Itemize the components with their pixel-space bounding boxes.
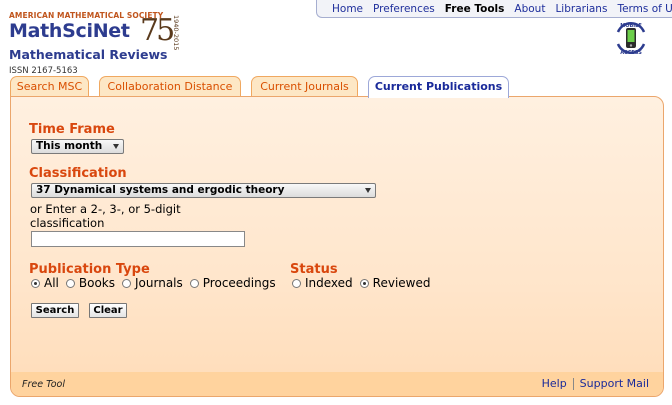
current-publications-panel: Time Frame This month Classification 37 … (10, 96, 664, 397)
classification-hint-line2: classification (30, 216, 105, 230)
publication-type-title: Publication Type (29, 262, 150, 277)
tab-current-journals[interactable]: Current Journals (251, 76, 358, 97)
svg-text:ACCESS: ACCESS (620, 50, 642, 56)
classification-title: Classification (29, 166, 127, 181)
svg-text:MOBILE: MOBILE (620, 23, 642, 29)
classification-hint-line1: or Enter a 2-, 3-, or 5-digit (30, 202, 181, 216)
radio-reviewed-label: Reviewed (372, 276, 431, 290)
classification-code-input[interactable] (31, 231, 245, 247)
chevron-down-icon (113, 144, 119, 149)
nav-home[interactable]: Home (327, 3, 368, 15)
time-frame-value: This month (36, 140, 103, 152)
brand-subtitle: Mathematical Reviews (9, 47, 168, 62)
status-options: Indexed Reviewed (292, 276, 438, 290)
nav-about[interactable]: About (509, 3, 550, 15)
top-nav: Home Preferences Free Tools About Librar… (316, 0, 672, 18)
anniversary-mark: 75 (140, 13, 175, 48)
clear-button[interactable]: Clear (89, 303, 127, 318)
radio-journals[interactable] (122, 278, 132, 288)
free-tool-label: Free Tool (22, 379, 65, 390)
status-title: Status (290, 262, 338, 277)
radio-all-label: All (44, 276, 59, 290)
classification-select[interactable]: 37 Dynamical systems and ergodic theory (31, 183, 376, 198)
panel-footer: Free Tool Help Support Mail (11, 372, 663, 396)
chevron-down-icon (365, 188, 371, 193)
nav-preferences[interactable]: Preferences (368, 3, 440, 15)
anniversary-years: 1940-2015 (172, 15, 180, 51)
issn-text: ISSN 2167-5163 (9, 66, 78, 76)
radio-proceedings[interactable] (189, 278, 199, 288)
brand-name: MathSciNet (9, 20, 130, 42)
radio-indexed[interactable] (292, 278, 301, 288)
radio-all[interactable] (31, 278, 40, 288)
nav-free-tools[interactable]: Free Tools (440, 3, 510, 15)
tab-current-publications[interactable]: Current Publications (368, 76, 509, 98)
radio-indexed-label: Indexed (305, 276, 353, 290)
search-button[interactable]: Search (31, 303, 79, 318)
time-frame-select[interactable]: This month (31, 139, 124, 154)
publication-type-options: All Books Journals Proceedings (31, 276, 283, 290)
mobile-access-icon[interactable]: MOBILE ACCESS (612, 20, 650, 56)
footer-links: Help Support Mail (536, 377, 655, 390)
radio-reviewed[interactable] (359, 278, 369, 288)
classification-value: 37 Dynamical systems and ergodic theory (36, 184, 285, 196)
radio-proceedings-label: Proceedings (202, 276, 276, 290)
help-link[interactable]: Help (536, 377, 573, 390)
tab-search-msc[interactable]: Search MSC (10, 76, 89, 97)
nav-librarians[interactable]: Librarians (550, 3, 612, 15)
mathscinet-logo[interactable]: AMERICAN MATHEMATICAL SOCIETY MathSciNet… (9, 11, 209, 76)
radio-books[interactable] (65, 278, 75, 288)
time-frame-title: Time Frame (29, 122, 115, 137)
radio-journals-label: Journals (135, 276, 183, 290)
tab-collaboration-distance[interactable]: Collaboration Distance (99, 76, 241, 97)
nav-terms-of-use[interactable]: Terms of Use (612, 3, 672, 15)
support-mail-link[interactable]: Support Mail (574, 377, 655, 390)
radio-books-label: Books (78, 276, 116, 290)
